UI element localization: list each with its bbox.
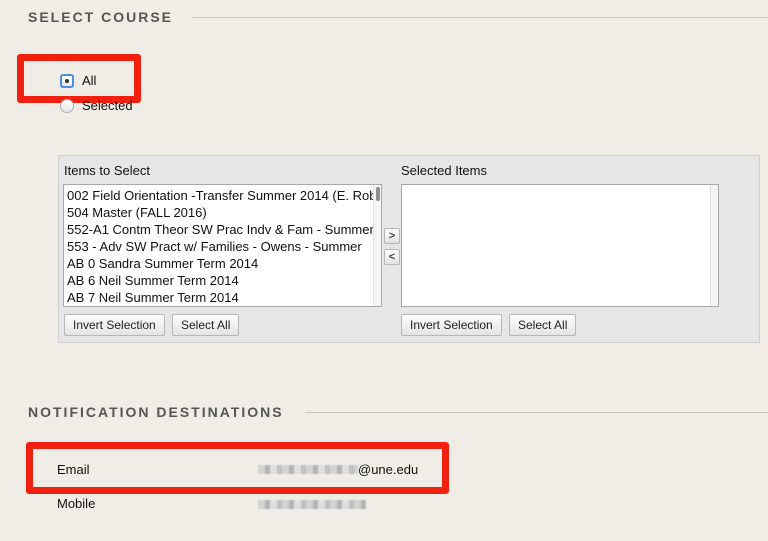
- list-item[interactable]: AB 6 Neil Summer Term 2014: [64, 272, 381, 289]
- selected-items-label: Selected Items: [401, 163, 487, 178]
- mobile-value: [258, 500, 366, 509]
- selected-scrollbar[interactable]: [710, 185, 718, 306]
- email-redacted: [258, 465, 358, 474]
- list-item[interactable]: 504 Master (FALL 2016): [64, 204, 381, 221]
- radio-all-label: All: [82, 73, 97, 88]
- radio-all[interactable]: [60, 73, 74, 88]
- radio-all-row[interactable]: All: [60, 73, 96, 88]
- select-all-left-button[interactable]: Select All: [172, 314, 240, 336]
- mobile-label: Mobile: [57, 496, 96, 511]
- select-course-header: SELECT COURSE: [28, 9, 174, 25]
- mobile-redacted: [258, 500, 366, 509]
- select-all-right-button[interactable]: Select All: [509, 314, 577, 336]
- notification-destinations-rule: [305, 412, 768, 413]
- items-scrollbar[interactable]: [373, 185, 381, 306]
- select-course-rule: [192, 17, 768, 18]
- list-item[interactable]: 552-A1 Contm Theor SW Prac Indv & Fam - …: [64, 221, 381, 238]
- email-label: Email: [57, 462, 90, 477]
- radio-selected-label: Selected: [82, 98, 133, 113]
- list-item[interactable]: 002 Field Orientation -Transfer Summer 2…: [64, 187, 381, 204]
- notification-destinations-header: NOTIFICATION DESTINATIONS: [28, 404, 284, 420]
- items-to-select-list[interactable]: 002 Field Orientation -Transfer Summer 2…: [63, 184, 382, 307]
- items-scrollbar-thumb[interactable]: [376, 187, 380, 201]
- email-domain: @une.edu: [358, 462, 419, 477]
- move-right-button[interactable]: >: [384, 228, 400, 244]
- email-value: @une.edu: [258, 462, 418, 477]
- course-picker-panel: Items to Select 002 Field Orientation -T…: [58, 155, 760, 343]
- list-item[interactable]: AB 0 Sandra Summer Term 2014: [64, 255, 381, 272]
- move-left-button[interactable]: <: [384, 249, 400, 265]
- radio-selected[interactable]: [60, 98, 74, 113]
- list-item[interactable]: AB 7 Neil Summer Term 2014: [64, 289, 381, 306]
- selected-items-list[interactable]: [401, 184, 719, 307]
- list-item[interactable]: 553 - Adv SW Pract w/ Families - Owens -…: [64, 238, 381, 255]
- items-container: 002 Field Orientation -Transfer Summer 2…: [64, 185, 381, 306]
- invert-selection-right-button[interactable]: Invert Selection: [401, 314, 502, 336]
- items-to-select-label: Items to Select: [64, 163, 150, 178]
- invert-selection-left-button[interactable]: Invert Selection: [64, 314, 165, 336]
- radio-selected-row[interactable]: Selected: [60, 98, 133, 113]
